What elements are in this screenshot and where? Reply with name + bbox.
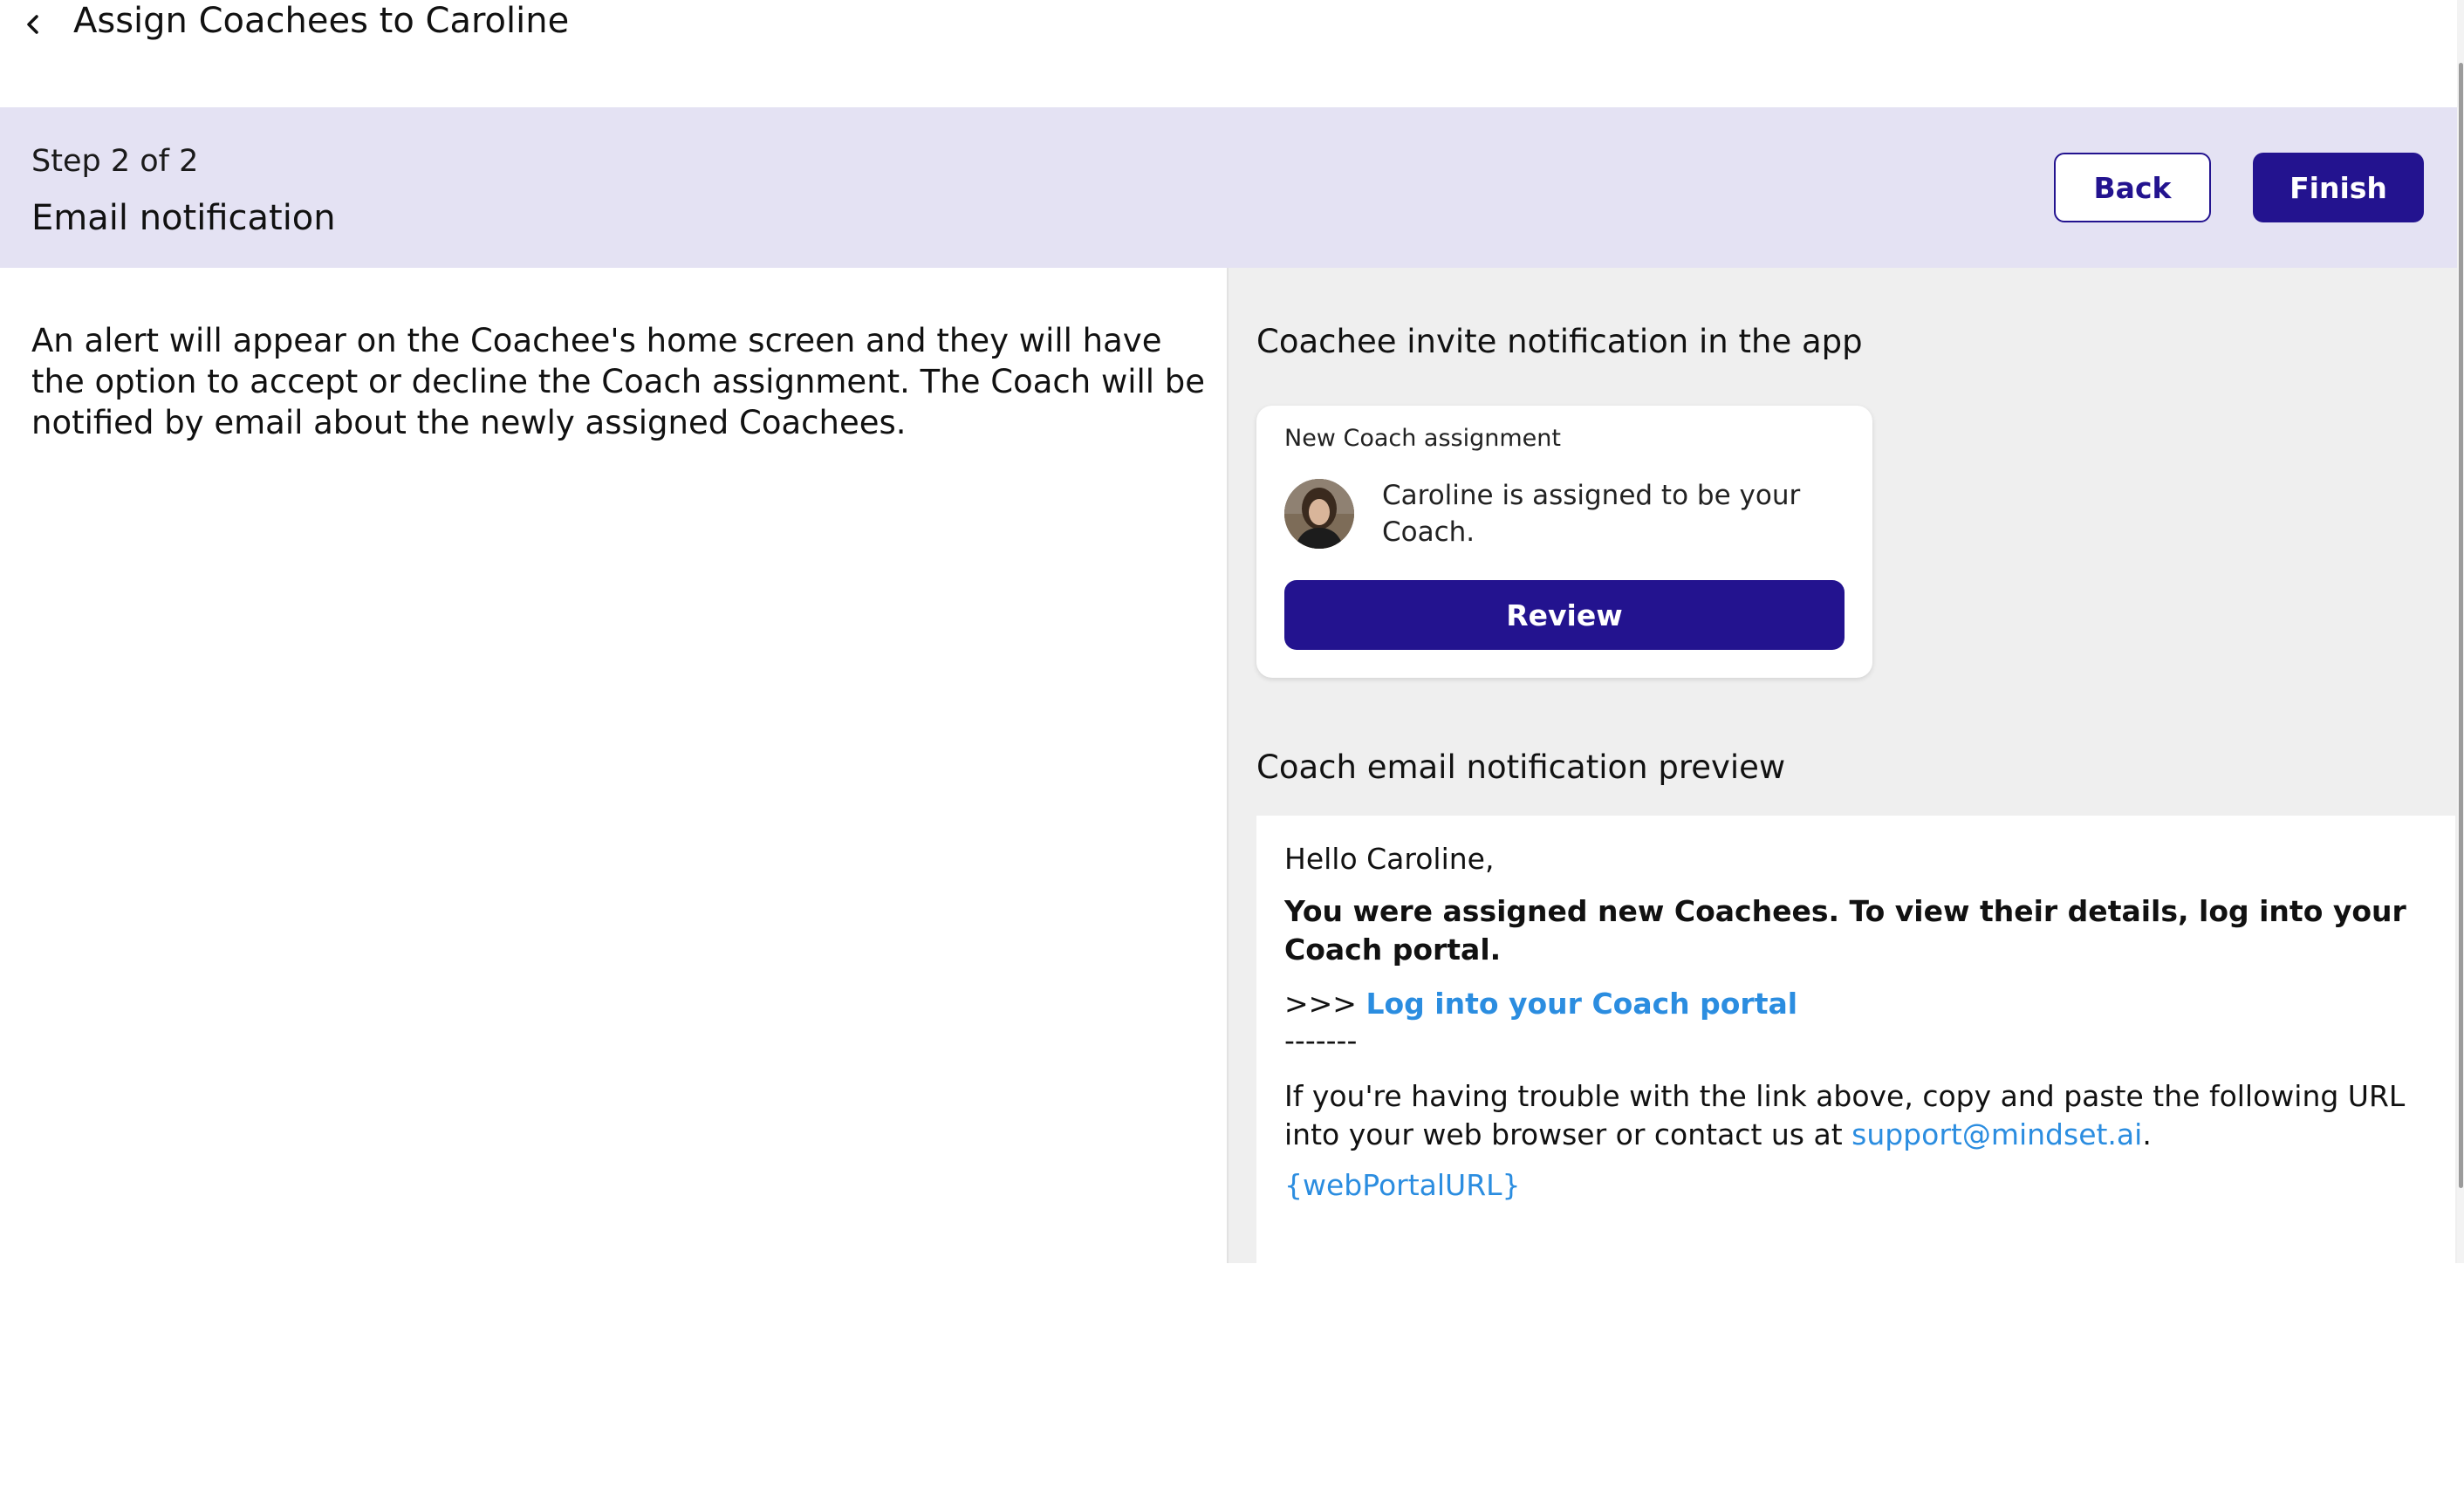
invite-heading: Coachee invite notification in the app xyxy=(1256,323,1863,360)
trouble-end: . xyxy=(2142,1117,2152,1151)
link-prefix: >>> xyxy=(1284,987,1366,1021)
left-pane: An alert will appear on the Coachee's ho… xyxy=(0,268,1227,1263)
email-divider: ------- xyxy=(1284,1023,1358,1057)
card-header: New Coach assignment xyxy=(1284,425,1561,452)
invite-notification-card: New Coach assignment Caroline is assigne… xyxy=(1256,406,1872,678)
page-title: Assign Coachees to Caroline xyxy=(73,1,570,41)
trouble-text: If you're having trouble with the link a… xyxy=(1284,1079,2406,1151)
email-greeting: Hello Caroline, xyxy=(1284,842,1495,876)
top-bar: Assign Coachees to Caroline xyxy=(0,0,2464,107)
description-text: An alert will appear on the Coachee's ho… xyxy=(31,322,1206,441)
email-heading: Coach email notification preview xyxy=(1256,748,1786,786)
email-trouble-text: If you're having trouble with the link a… xyxy=(1284,1077,2419,1154)
back-button[interactable]: Back xyxy=(2054,153,2211,222)
preview-pane: Coachee invite notification in the app N… xyxy=(1227,268,2457,1503)
step-indicator: Step 2 of 2 xyxy=(31,144,199,179)
email-link-line: >>> Log into your Coach portal xyxy=(1284,985,1797,1023)
chevron-left-icon[interactable] xyxy=(14,5,52,44)
review-button[interactable]: Review xyxy=(1284,580,1845,650)
email-body-bold: You were assigned new Coachees. To view … xyxy=(1284,894,2406,967)
card-message: Caroline is assigned to be your Coach. xyxy=(1382,480,1801,548)
finish-button[interactable]: Finish xyxy=(2253,153,2424,222)
coach-portal-link[interactable]: Log into your Coach portal xyxy=(1365,987,1797,1021)
step-bar: Step 2 of 2 Email notification Back Fini… xyxy=(0,107,2457,268)
step-title: Email notification xyxy=(31,198,336,238)
avatar xyxy=(1284,479,1354,549)
email-preview: Hello Caroline, You were assigned new Co… xyxy=(1256,816,2455,1503)
web-portal-url[interactable]: {webPortalURL} xyxy=(1284,1166,1521,1205)
scrollbar-thumb[interactable] xyxy=(2459,63,2463,1188)
support-email-link[interactable]: support@mindset.ai xyxy=(1851,1117,2142,1151)
